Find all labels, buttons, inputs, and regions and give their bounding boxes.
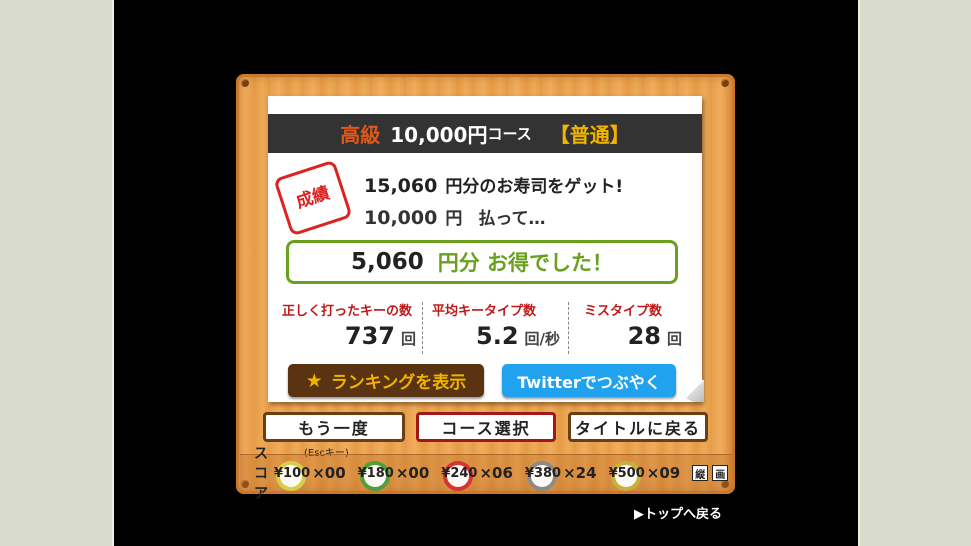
stat-label: 正しく打ったキーの数 — [282, 304, 413, 319]
plate-price: ¥380 — [524, 465, 562, 481]
stat-correct-keys: 正しく打ったキーの数 737 回 — [282, 300, 416, 356]
stat-divider — [568, 302, 569, 354]
got-amount: 15,060 — [364, 175, 438, 197]
plate-180: ¥180 ×00 — [357, 461, 430, 491]
course-label: コース — [487, 125, 532, 143]
difficulty-label: 【普通】 — [549, 123, 630, 147]
got-text: 円分のお寿司をゲット! — [445, 177, 624, 197]
score-bar: スコア ¥100 ×00 ¥180 ×00 ¥240 ×06 ¥380 ×24 ¥500… — [240, 446, 732, 502]
got-line: 15,060 円分のお寿司をゲット! — [364, 172, 623, 197]
plate-price: ¥240 — [441, 465, 478, 481]
star-icon: ★ — [305, 369, 323, 392]
stat-label: 平均キータイプ数 — [432, 304, 537, 319]
gain-box: 5,060 円分 お得でした！ — [286, 240, 678, 284]
course-grade: 高級 — [340, 123, 381, 147]
plate-price: ¥180 — [357, 465, 394, 481]
plate-count: ×00 — [312, 464, 346, 482]
plate-count: ×24 — [563, 464, 597, 482]
plate-count: ×00 — [395, 464, 430, 482]
score-label: スコア — [254, 446, 268, 502]
nail-icon — [241, 79, 249, 87]
stat-value: 28 回 — [628, 322, 682, 350]
vertical-mode-icon[interactable]: 縦 — [692, 465, 709, 481]
nail-icon — [721, 79, 729, 87]
back-to-title-button[interactable]: タイトルに戻る — [568, 412, 708, 442]
paid-line: 10,000 円払って… — [364, 204, 545, 229]
paid-amount: 10,000 — [364, 207, 438, 229]
gain-amount: 5,060 — [350, 249, 424, 275]
paid-unit: 円 — [445, 209, 463, 229]
plate-380: ¥380 ×24 — [524, 461, 597, 491]
stat-unit: 回 — [400, 330, 416, 348]
stat-avg-speed: 平均キータイプ数 5.2 回/秒 — [432, 300, 560, 356]
plate-price: ¥100 — [274, 465, 311, 481]
plate-500: ¥500 ×09 — [608, 461, 681, 491]
course-title-bar: 高級 10,000円 コース 【普通】 — [268, 114, 702, 153]
stat-number: 737 — [344, 322, 395, 350]
stat-number: 5.2 — [476, 322, 519, 350]
course-price: 10,000円 — [390, 123, 488, 147]
twitter-label: Twitterでつぶやく — [517, 372, 661, 392]
plate-100: ¥100 ×00 — [274, 461, 346, 491]
retry-button[interactable]: もう一度 — [263, 412, 405, 442]
ranking-button[interactable]: ★ ランキングを表示 — [288, 364, 484, 397]
stat-number: 28 — [627, 322, 661, 350]
screen-mode-icon[interactable]: 画 — [712, 465, 729, 481]
back-to-top-link[interactable]: ▶トップへ戻る — [634, 503, 722, 522]
stat-unit: 回 — [666, 330, 682, 348]
stat-value: 5.2 回/秒 — [476, 322, 560, 350]
stat-label: ミスタイプ数 — [584, 304, 663, 319]
plate-count: ×06 — [479, 464, 513, 482]
stat-miss-count: ミスタイプ数 28 回 — [584, 300, 682, 356]
plate-240: ¥240 ×06 — [441, 461, 513, 491]
plate-count: ×09 — [646, 464, 681, 482]
paid-text: 払って… — [478, 209, 546, 229]
stat-value: 737 回 — [345, 322, 416, 350]
twitter-button[interactable]: Twitterでつぶやく — [502, 364, 676, 397]
stat-unit: 回/秒 — [524, 330, 560, 348]
display-toggle-icons: 縦 画 — [692, 465, 729, 481]
course-select-button[interactable]: コース選択 — [416, 412, 556, 442]
ranking-label: ランキングを表示 — [330, 373, 467, 393]
stat-divider — [422, 302, 423, 354]
plate-price: ¥500 — [608, 465, 645, 481]
gain-text: 円分 お得でした！ — [437, 251, 614, 275]
